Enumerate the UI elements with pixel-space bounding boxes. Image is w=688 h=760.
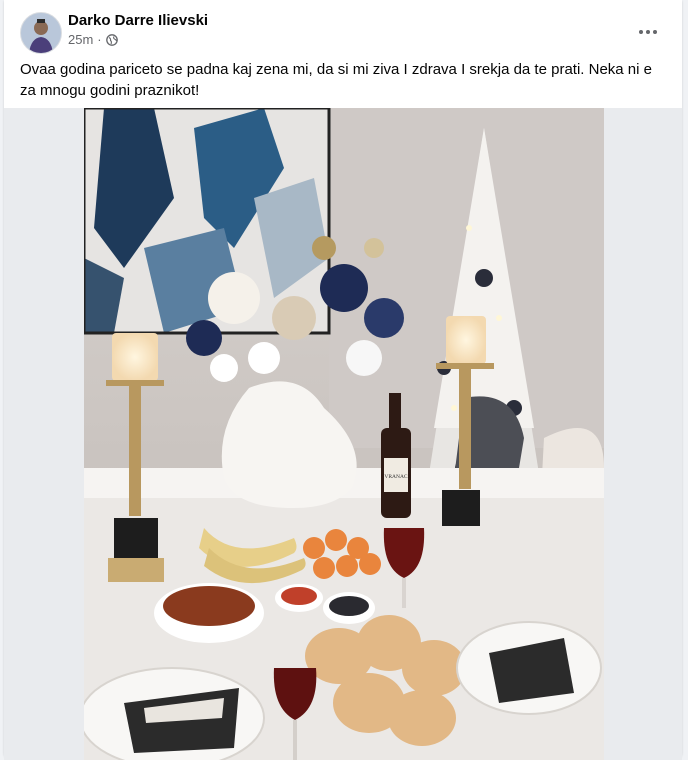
globe-icon[interactable] [105, 33, 118, 46]
post-timestamp[interactable]: 25m [68, 32, 93, 47]
bottle-label: VRANAC [384, 474, 408, 480]
author-name[interactable]: Darko Darre Ilievski [68, 12, 208, 29]
post-header: Darko Darre Ilievski 25m · [20, 10, 666, 54]
post-meta: 25m · [68, 32, 118, 47]
meta-separator: · [97, 32, 102, 47]
more-options-icon[interactable] [630, 14, 666, 50]
post-text: Ovaa godina pariceto se padna kaj zena m… [20, 61, 652, 99]
holiday-table-photo[interactable]: VRANAC [84, 108, 604, 760]
post-media: VRANAC [4, 108, 682, 760]
author-avatar[interactable] [20, 12, 62, 54]
post-card: Darko Darre Ilievski 25m · Ovaa godina p… [4, 0, 682, 760]
